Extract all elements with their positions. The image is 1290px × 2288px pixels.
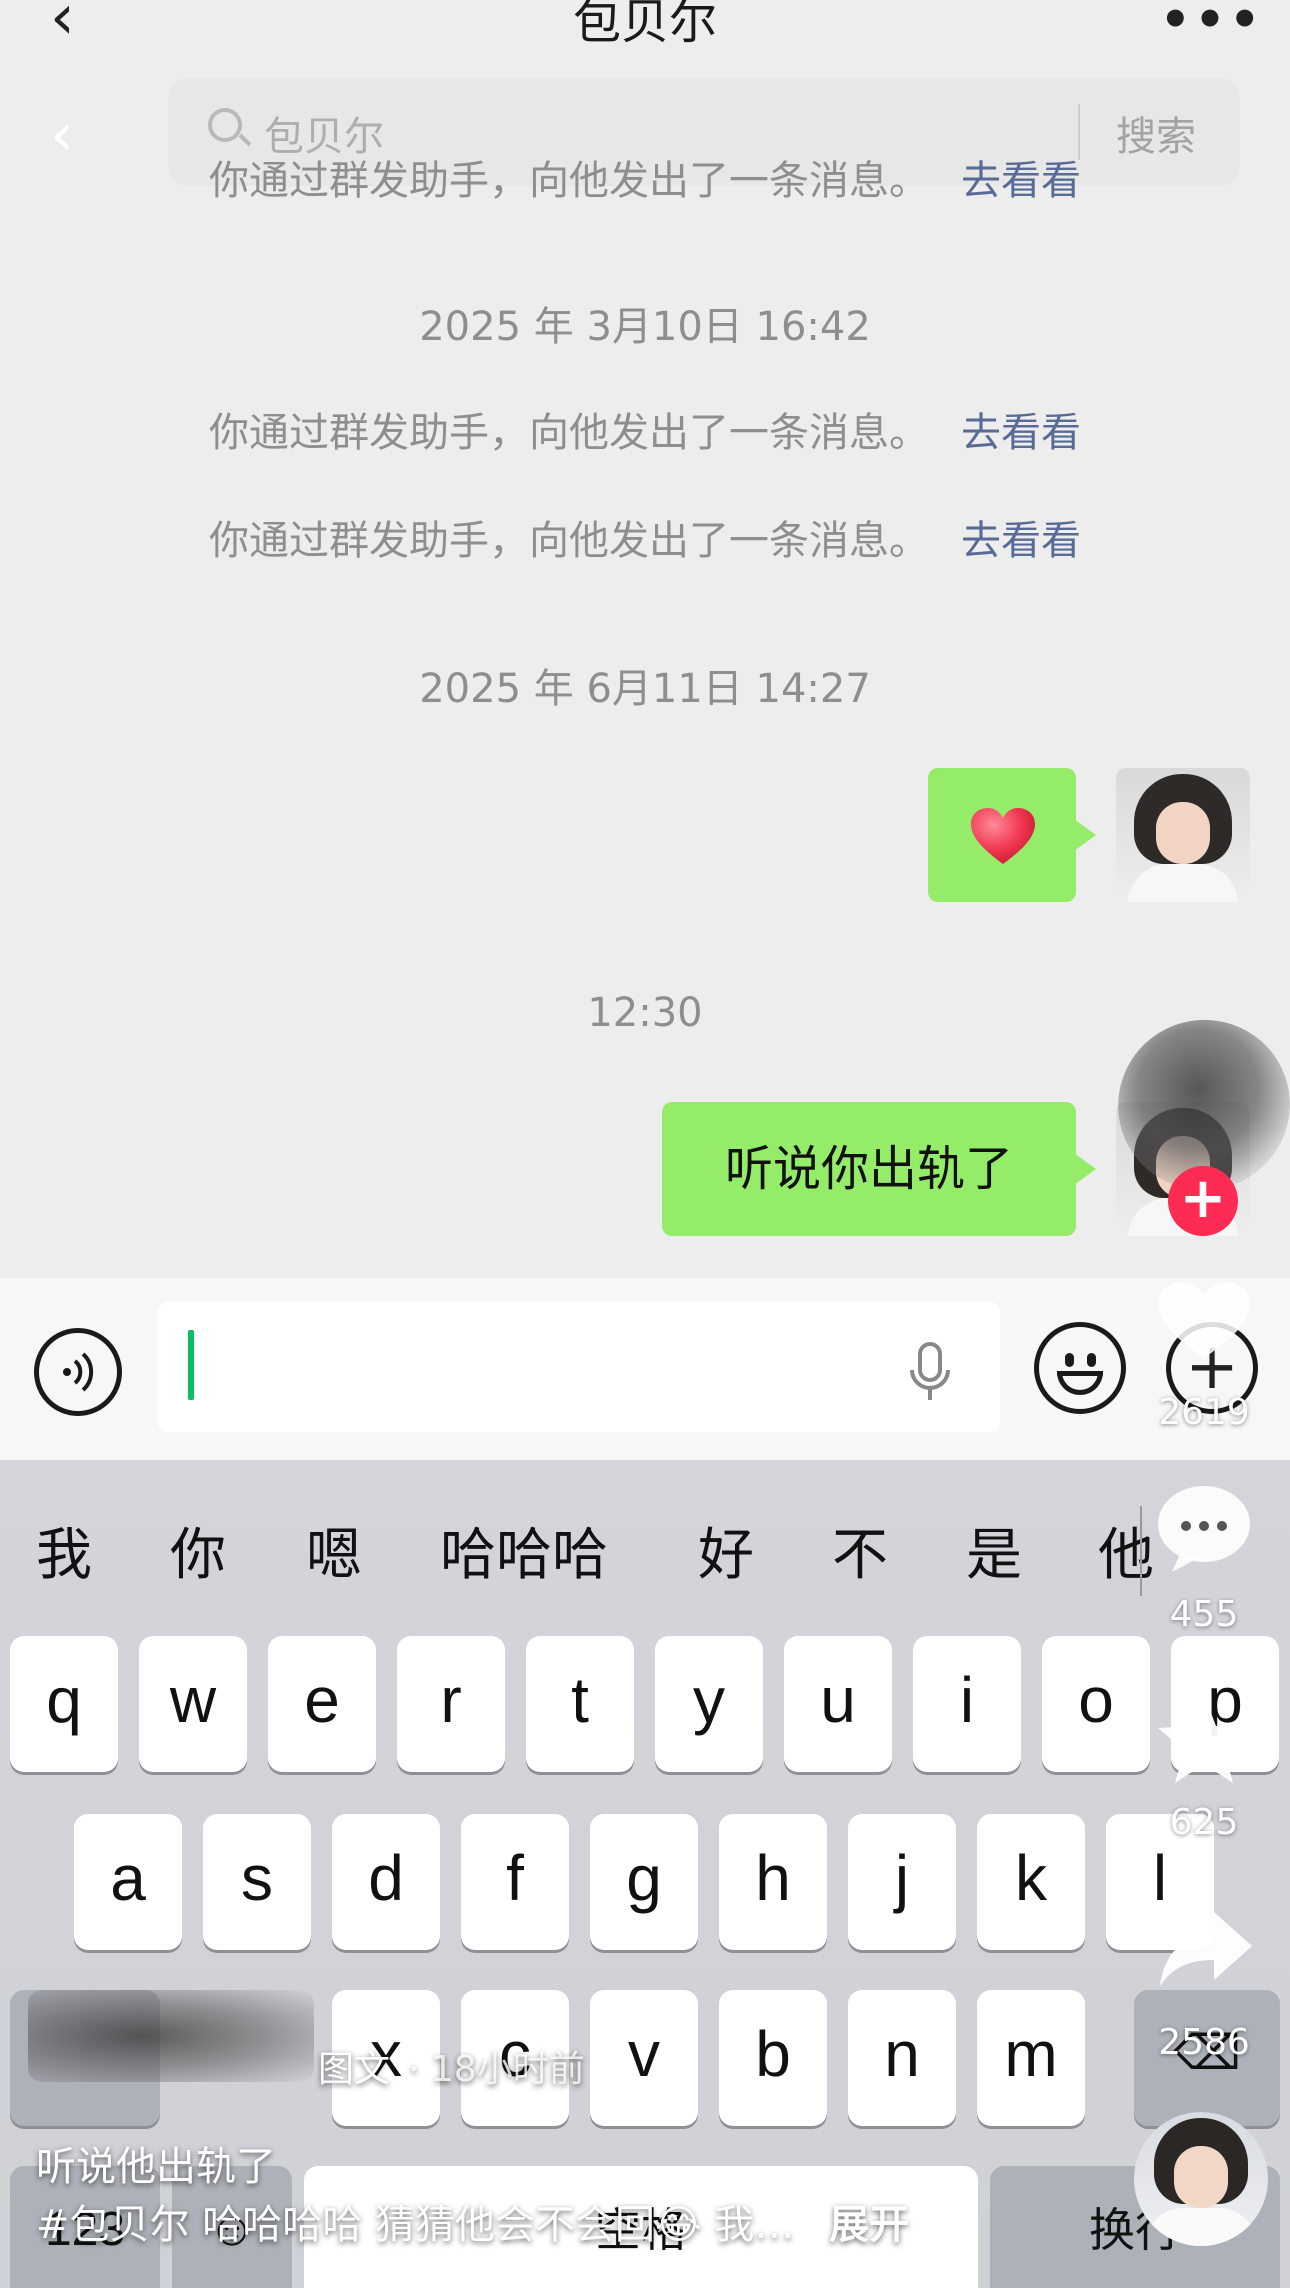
key-w[interactable]: w (139, 1636, 247, 1772)
avatar-face (1156, 802, 1210, 864)
author-avatar[interactable] (1134, 2112, 1268, 2246)
key-f[interactable]: f (461, 1814, 569, 1950)
share-count: 2586 (1158, 2022, 1250, 2063)
avatar-face (1174, 2146, 1228, 2208)
key-s[interactable]: s (203, 1814, 311, 1950)
chat-area: ‹ 包贝尔 ••• ‹ 包贝尔 搜索 你通过群发助手，向他发出了一条消息。 去看看… (0, 0, 1290, 1278)
follow-plus-button[interactable]: + (1168, 1166, 1238, 1236)
caption-title: 听说他出轨了 (36, 2144, 276, 2190)
candidate-word[interactable]: 不 (832, 1510, 888, 1591)
timestamp: 2025 年 6月11日 14:27 (419, 666, 871, 712)
post-type-label: 图文 (318, 2049, 391, 2090)
post-time: · 18小时前 (408, 2049, 585, 2090)
key-k[interactable]: k (977, 1814, 1085, 1950)
blurred-author-name (28, 1990, 314, 2082)
key-b[interactable]: b (719, 1990, 827, 2126)
candidate-word[interactable]: 我 (36, 1510, 92, 1591)
text-message-bubble[interactable]: 听说你出轨了 (662, 1102, 1096, 1236)
key-d[interactable]: d (332, 1814, 440, 1950)
comment-icon[interactable] (1154, 1484, 1254, 1574)
share-arrow-icon[interactable] (1158, 1908, 1254, 1988)
system-message-text: 你通过群发助手，向他发出了一条消息。 (209, 410, 929, 456)
comment-count: 455 (1169, 1594, 1239, 1635)
system-message-text: 你通过群发助手，向他发出了一条消息。 (209, 518, 929, 564)
candidate-bar: 我 你 嗯 哈哈哈 好 不 是 他 (0, 1460, 1290, 1628)
view-link[interactable]: 去看看 (961, 410, 1081, 456)
candidate-word[interactable]: 哈哈哈 (440, 1510, 608, 1591)
expand-link[interactable]: 展开 (829, 2202, 909, 2248)
system-message: 你通过群发助手，向他发出了一条消息。 去看看 (0, 148, 1290, 206)
favorite-count: 625 (1169, 1802, 1239, 1843)
candidate-word[interactable]: 他 (1098, 1510, 1154, 1591)
heart-emoji-icon (971, 808, 1035, 864)
like-count: 2619 (1158, 1392, 1250, 1433)
key-e[interactable]: e (268, 1636, 376, 1772)
emoji-icon[interactable] (1034, 1322, 1126, 1414)
emoji-eye (1065, 1353, 1074, 1367)
caption-text: #包贝尔 哈哈哈哈 猜猜他会不会回😂 我… (36, 2202, 795, 2248)
avatar-body (1144, 2208, 1258, 2246)
more-dots-icon[interactable]: ••• (1160, 0, 1264, 48)
timestamp: 2025 年 3月10日 16:42 (419, 304, 871, 350)
text-caret (188, 1330, 194, 1400)
message-input[interactable] (158, 1302, 1000, 1432)
avatar-body (1128, 864, 1238, 902)
chat-top-bar: ‹ 包贝尔 ••• (0, 0, 1290, 60)
key-j[interactable]: j (848, 1814, 956, 1950)
key-o[interactable]: o (1042, 1636, 1150, 1772)
emoji-eye (1087, 1353, 1096, 1367)
avatar[interactable] (1116, 768, 1250, 902)
view-link[interactable]: 去看看 (961, 518, 1081, 564)
microphone-icon[interactable] (906, 1342, 954, 1406)
candidate-word[interactable]: 好 (698, 1510, 754, 1591)
chat-title: 包贝尔 (572, 0, 717, 50)
system-message: 你通过群发助手，向他发出了一条消息。 去看看 (0, 400, 1290, 458)
system-message: 你通过群发助手，向他发出了一条消息。 去看看 (0, 508, 1290, 566)
key-a[interactable]: a (74, 1814, 182, 1950)
candidate-word[interactable]: 嗯 (306, 1510, 362, 1591)
voice-waves-icon (63, 1352, 94, 1392)
favorite-star-icon[interactable] (1154, 1690, 1254, 1786)
like-heart-icon[interactable] (1154, 1280, 1254, 1360)
candidate-word[interactable]: 你 (170, 1510, 226, 1591)
voice-icon[interactable] (34, 1328, 122, 1416)
key-v[interactable]: v (590, 1990, 698, 2126)
key-u[interactable]: u (784, 1636, 892, 1772)
emoji-mouth (1057, 1371, 1103, 1395)
candidate-divider (1140, 1506, 1142, 1596)
key-q[interactable]: q (10, 1636, 118, 1772)
key-h[interactable]: h (719, 1814, 827, 1950)
key-g[interactable]: g (590, 1814, 698, 1950)
search-icon (208, 108, 242, 142)
system-message-text: 你通过群发助手，向他发出了一条消息。 (209, 158, 929, 204)
key-n[interactable]: n (848, 1990, 956, 2126)
candidate-word[interactable]: 是 (966, 1510, 1022, 1591)
caption-body: #包贝尔 哈哈哈哈 猜猜他会不会回😂 我… 展开 (36, 2192, 909, 2250)
key-i[interactable]: i (913, 1636, 1021, 1772)
message-input-bar: + (0, 1278, 1290, 1460)
key-t[interactable]: t (526, 1636, 634, 1772)
key-y[interactable]: y (655, 1636, 763, 1772)
key-r[interactable]: r (397, 1636, 505, 1772)
key-m[interactable]: m (977, 1990, 1085, 2126)
timestamp: 12:30 (587, 990, 703, 1036)
view-link[interactable]: 去看看 (961, 158, 1081, 204)
